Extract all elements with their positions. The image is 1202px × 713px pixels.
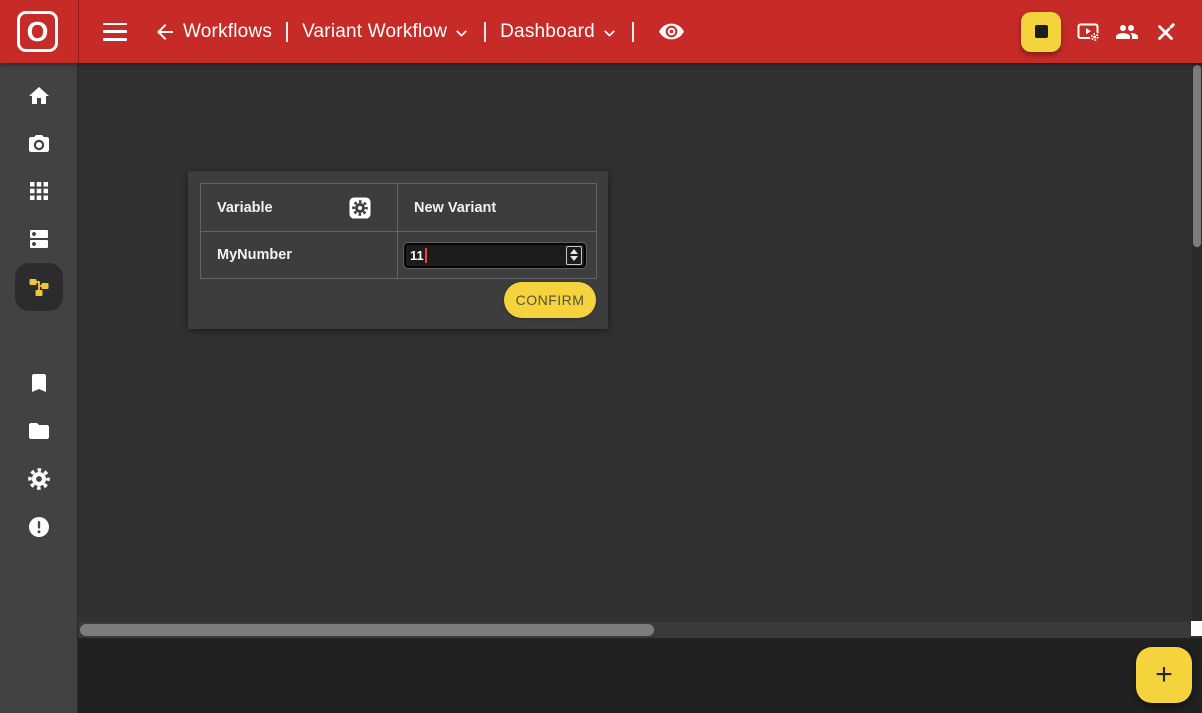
topbar: O Workflows Variant Workflow Dashboard (0, 0, 1202, 63)
scrollbar-corner (1191, 621, 1202, 636)
workflow-schema-icon (29, 279, 49, 296)
workflow-selector-label: Variant Workflow (302, 20, 448, 42)
chevron-down-icon (456, 30, 467, 36)
sidebar-divider (77, 63, 78, 713)
home-icon[interactable] (27, 84, 51, 108)
header-new-variant-label: New Variant (414, 199, 497, 216)
header-cell-variable: Variable (201, 184, 398, 231)
horizontal-scrollbar-track[interactable] (78, 622, 1191, 638)
number-input-value: 11 (410, 247, 424, 263)
header-variable-label: Variable (217, 199, 273, 216)
breadcrumb-workflows[interactable]: Workflows (183, 21, 272, 43)
header-cell-new-variant: New Variant (398, 184, 596, 231)
camera-icon[interactable] (27, 131, 51, 155)
add-fab-button[interactable]: + (1136, 647, 1192, 703)
logo-letter: O (26, 15, 49, 47)
stepper-up-icon[interactable] (570, 248, 578, 254)
topbar-right-actions (1021, 0, 1178, 63)
variable-name-cell: MyNumber (201, 232, 398, 278)
edit-off-icon[interactable] (1154, 20, 1178, 44)
people-icon[interactable] (1115, 20, 1139, 44)
stop-button[interactable] (1021, 11, 1061, 52)
workflow-selector[interactable]: Variant Workflow (302, 21, 470, 43)
apps-grid-icon[interactable] (27, 179, 51, 203)
vertical-scrollbar-track[interactable] (1192, 63, 1202, 621)
nav-separator (484, 21, 487, 42)
dashboard-selector[interactable]: Dashboard (500, 21, 618, 43)
nav-separator (631, 21, 634, 42)
dashboard-selector-label: Dashboard (500, 20, 595, 42)
variable-settings-icon[interactable] (349, 196, 371, 219)
error-icon[interactable] (27, 515, 51, 539)
topbar-nav: Workflows Variant Workflow Dashboard (78, 0, 685, 63)
variable-value-cell: 11 (398, 232, 596, 278)
text-caret (424, 247, 427, 263)
horizontal-scrollbar-thumb[interactable] (80, 624, 654, 636)
variant-panel: Variable New Variant MyNumber 11 CONFIRM (188, 171, 608, 329)
variables-table: Variable New Variant MyNumber 11 (200, 183, 597, 279)
table-header-row: Variable New Variant (201, 184, 596, 231)
settings-gear-icon[interactable] (27, 467, 51, 491)
stepper-down-icon[interactable] (570, 256, 578, 262)
vertical-scrollbar-thumb[interactable] (1193, 65, 1201, 247)
app-window: O Workflows Variant Workflow Dashboard V… (0, 0, 1202, 713)
number-stepper[interactable] (566, 245, 582, 265)
table-row: MyNumber 11 (201, 231, 596, 278)
visibility-eye-icon[interactable] (658, 18, 685, 45)
sidebar (0, 63, 78, 713)
chevron-down-icon (604, 30, 615, 36)
nav-separator (286, 21, 289, 42)
hamburger-menu-icon[interactable] (103, 22, 127, 41)
variable-name: MyNumber (217, 247, 292, 263)
folder-icon[interactable] (27, 419, 51, 443)
new-variant-number-input[interactable]: 11 (403, 241, 587, 269)
stop-icon (1034, 25, 1048, 38)
logo-zone: O (0, 0, 78, 63)
bottom-panel: + (78, 638, 1202, 713)
sidebar-item-workflows-active[interactable] (15, 263, 63, 311)
dashboard-canvas: Variable New Variant MyNumber 11 CONFIRM (78, 63, 1202, 622)
video-settings-icon[interactable] (1076, 20, 1100, 44)
bookmark-icon[interactable] (27, 371, 51, 395)
dns-icon[interactable] (27, 227, 51, 251)
back-arrow-icon[interactable] (153, 20, 177, 44)
confirm-button[interactable]: CONFIRM (504, 282, 596, 318)
app-logo: O (17, 11, 58, 52)
